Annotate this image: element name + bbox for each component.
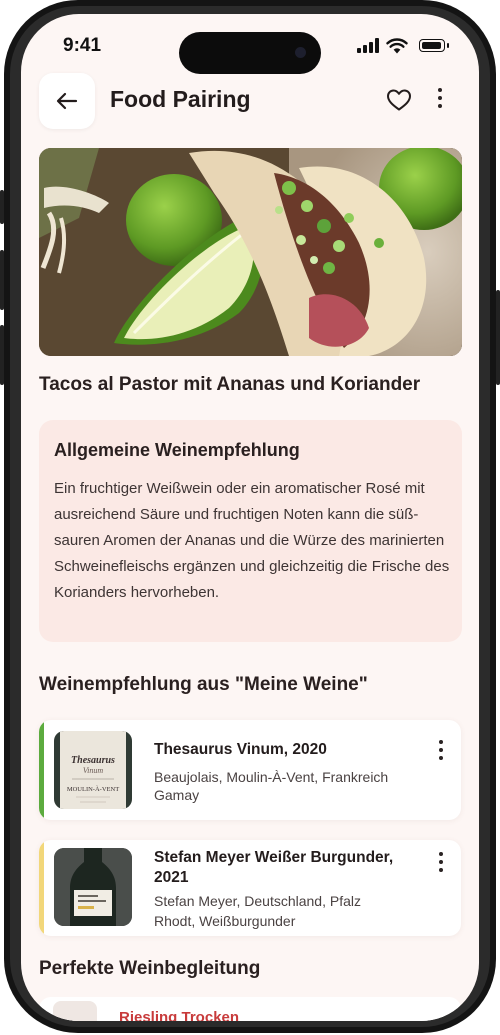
side-button-volume-down xyxy=(0,325,4,385)
wine-card-2[interactable]: Stefan Meyer Weißer Burgunder, 2021 Stef… xyxy=(39,840,461,936)
dynamic-island xyxy=(179,32,321,74)
wine-label-sub: Vinum xyxy=(83,766,104,775)
status-bar: 9:41 xyxy=(21,14,479,74)
wine-label-illustration: Thesaurus Vinum MOULIN-À-VENT xyxy=(54,731,132,809)
dish-title: Tacos al Pastor mit Ananas und Koriander xyxy=(39,374,421,395)
perfect-pairing-section-title: Perfekte Weinbegleitung xyxy=(39,958,261,979)
wine-region: Stefan Meyer, Deutschland, Pfalz xyxy=(154,893,361,909)
wine-label-brand: Thesaurus xyxy=(71,755,115,766)
wine-grape: Gamay xyxy=(154,787,200,803)
wine-menu-icon[interactable] xyxy=(436,852,446,874)
wine-name: Stefan Meyer Weißer Burgunder, 2021 xyxy=(154,849,394,886)
wine-bottle-illustration xyxy=(54,848,132,926)
recommendation-title: Allgemeine Weinempfehlung xyxy=(54,440,300,460)
side-button-action xyxy=(0,190,4,224)
wine-accent-bar xyxy=(39,720,44,820)
dish-image xyxy=(39,148,462,356)
wine-bottle-image xyxy=(54,848,132,926)
wine-grape: Rhodt, Weißburgunder xyxy=(154,913,296,929)
more-vertical-icon[interactable] xyxy=(433,88,447,114)
next-wine-name: Riesling Trocken xyxy=(119,1009,240,1021)
status-time: 9:41 xyxy=(63,35,102,56)
recommendation-text: Ein fruchtiger Weißwein oder ein aromati… xyxy=(54,480,450,601)
battery-icon xyxy=(419,39,449,52)
status-icons xyxy=(357,38,457,56)
next-wine-card[interactable]: Riesling Trocken xyxy=(39,997,461,1021)
next-wine-thumbnail xyxy=(53,1001,97,1021)
tacos-illustration xyxy=(39,148,462,356)
wine-region: Beaujolais, Moulin-À-Vent, Frankreich xyxy=(154,769,389,785)
general-recommendation-card: Allgemeine Weinempfehlung Ein fruchtiger… xyxy=(39,420,462,642)
app-screen: 9:41 Food Pairing Tacos al Pastor mit An… xyxy=(21,14,479,1021)
side-button-power xyxy=(496,290,500,385)
wine-label-place: MOULIN-À-VENT xyxy=(67,785,119,793)
heart-icon[interactable] xyxy=(386,88,412,112)
side-button-volume-up xyxy=(0,250,4,310)
my-wines-section-title: Weinempfehlung aus "Meine Weine" xyxy=(39,674,368,695)
signal-icon xyxy=(357,38,379,53)
page-title: Food Pairing xyxy=(110,86,251,112)
wine-menu-icon[interactable] xyxy=(436,740,446,762)
wine-card-1[interactable]: Thesaurus Vinum MOULIN-À-VENT Thesaurus … xyxy=(39,720,461,820)
header: Food Pairing xyxy=(21,70,479,132)
back-button[interactable] xyxy=(39,73,95,129)
wifi-icon xyxy=(386,38,408,54)
wine-bottle-image: Thesaurus Vinum MOULIN-À-VENT xyxy=(54,731,132,809)
wine-name: Thesaurus Vinum, 2020 xyxy=(154,741,327,758)
back-arrow-icon xyxy=(56,92,78,110)
wine-accent-bar xyxy=(39,840,44,936)
camera-icon xyxy=(295,47,306,58)
